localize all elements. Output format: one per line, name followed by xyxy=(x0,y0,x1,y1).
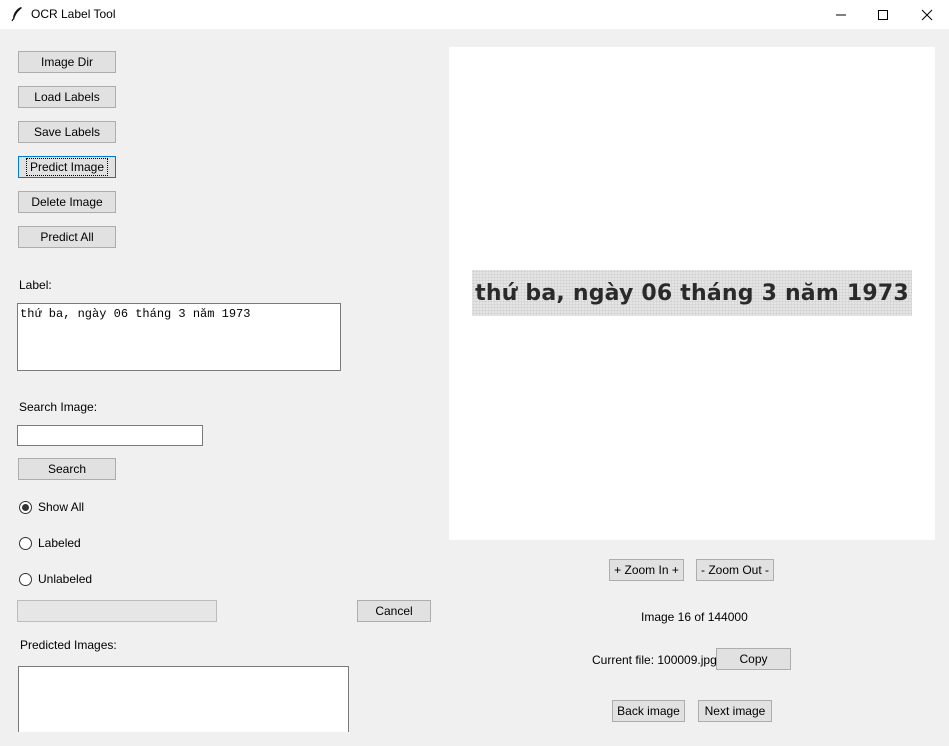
minimize-button[interactable] xyxy=(818,0,864,29)
radio-unselected-icon xyxy=(19,572,32,586)
label-textbox[interactable]: thứ ba, ngày 06 tháng 3 năm 1973 xyxy=(17,303,341,371)
image-dir-button[interactable]: Image Dir xyxy=(18,51,116,73)
image-counter: Image 16 of 144000 xyxy=(641,610,748,624)
label-textbox-value: thứ ba, ngày 06 tháng 3 năm 1973 xyxy=(20,307,251,321)
save-labels-button[interactable]: Save Labels xyxy=(18,121,116,143)
radio-unselected-icon xyxy=(19,536,32,550)
back-image-button[interactable]: Back image xyxy=(612,700,685,722)
label-heading: Label: xyxy=(19,278,52,292)
ocr-image: thứ ba, ngày 06 tháng 3 năm 1973 xyxy=(472,270,912,316)
radio-show-all[interactable]: Show All xyxy=(19,500,84,514)
predict-image-button[interactable]: Predict Image xyxy=(18,156,116,178)
search-input[interactable] xyxy=(17,425,203,446)
current-file-label: Current file: 100009.jpg xyxy=(592,653,717,667)
copy-button[interactable]: Copy xyxy=(716,648,791,670)
maximize-icon xyxy=(878,9,888,20)
predicted-images-heading: Predicted Images: xyxy=(20,638,117,652)
predicted-images-list[interactable] xyxy=(18,666,349,732)
progress-bar xyxy=(17,600,217,622)
window-title: OCR Label Tool xyxy=(31,7,116,21)
ocr-image-text: thứ ba, ngày 06 tháng 3 năm 1973 xyxy=(475,280,909,306)
radio-labeled[interactable]: Labeled xyxy=(19,536,81,550)
radio-unlabeled[interactable]: Unlabeled xyxy=(19,572,92,586)
predict-all-button[interactable]: Predict All xyxy=(18,226,116,248)
zoom-in-button[interactable]: + Zoom In + xyxy=(609,559,684,581)
minimize-icon xyxy=(836,14,846,15)
delete-image-button[interactable]: Delete Image xyxy=(18,191,116,213)
close-button[interactable] xyxy=(904,0,949,29)
zoom-out-button[interactable]: - Zoom Out - xyxy=(696,559,774,581)
search-button[interactable]: Search xyxy=(18,458,116,480)
radio-selected-icon xyxy=(19,500,32,514)
load-labels-button[interactable]: Load Labels xyxy=(18,86,116,108)
title-bar: OCR Label Tool xyxy=(0,0,949,29)
cancel-button[interactable]: Cancel xyxy=(357,600,431,622)
search-heading: Search Image: xyxy=(19,400,98,414)
maximize-button[interactable] xyxy=(860,0,906,29)
close-icon xyxy=(921,9,933,20)
next-image-button[interactable]: Next image xyxy=(698,700,772,722)
feather-icon xyxy=(11,7,22,22)
